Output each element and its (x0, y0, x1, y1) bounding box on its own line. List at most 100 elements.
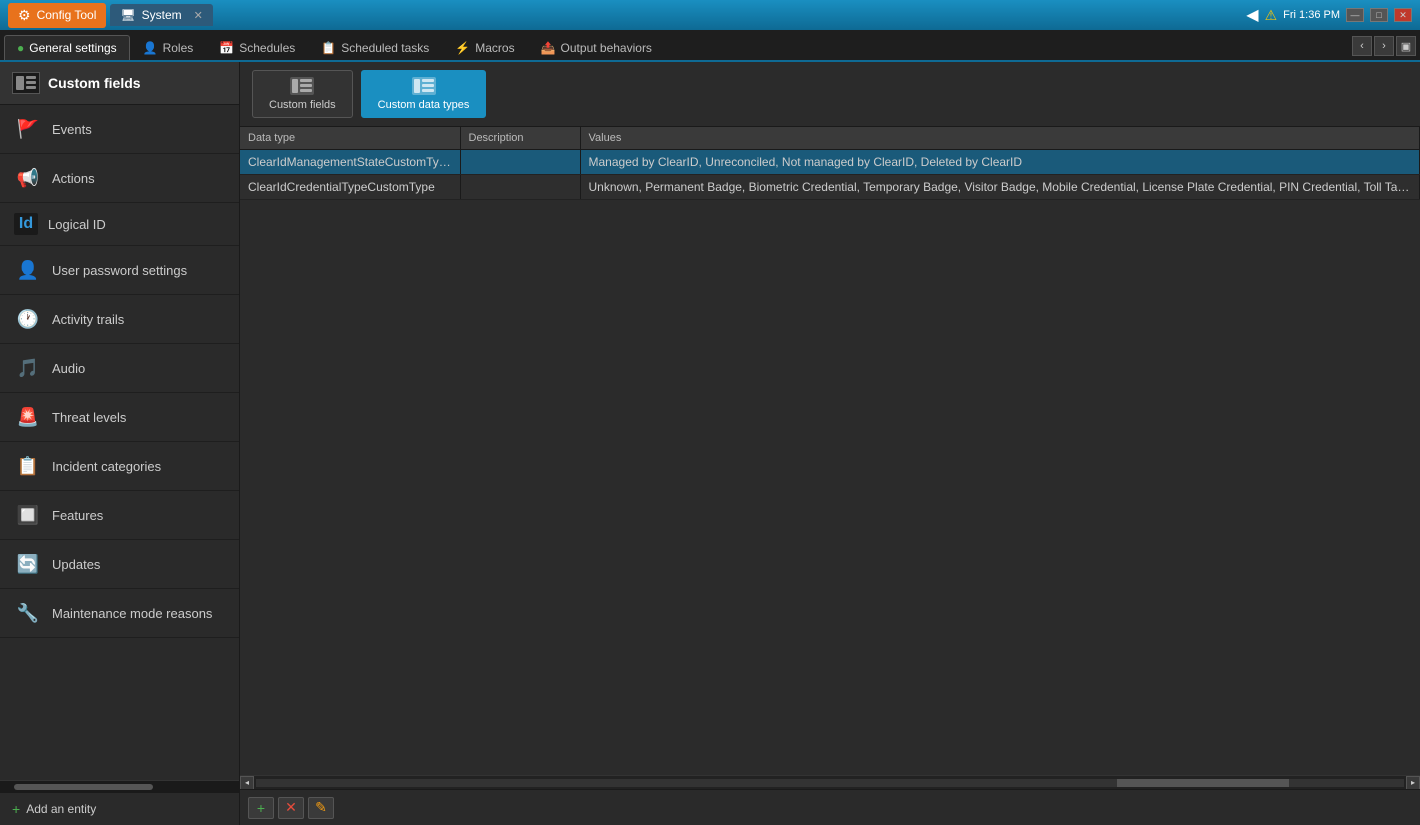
sidebar-scroll-area[interactable]: 🚩 Events 📢 Actions Id Logical ID 👤 User … (0, 105, 239, 780)
updates-icon: 🔄 (14, 550, 42, 578)
close-button[interactable]: ✕ (1394, 8, 1412, 22)
scroll-right-button[interactable]: ▸ (1406, 776, 1420, 790)
table-row[interactable]: ClearIdCredentialTypeCustomType Unknown,… (240, 175, 1420, 200)
main-layout: Custom fields 🚩 Events 📢 Actions Id Logi… (0, 62, 1420, 825)
output-behaviors-icon: 📤 (541, 41, 556, 55)
sidebar-item-user-password[interactable]: 👤 User password settings (0, 246, 239, 295)
sidebar-item-actions[interactable]: 📢 Actions (0, 154, 239, 203)
cell-data-type: ClearIdCredentialTypeCustomType (240, 175, 460, 200)
sidebar-item-features[interactable]: 🔲 Features (0, 491, 239, 540)
events-label: Events (52, 122, 92, 137)
tab-arrows: ‹ › ▣ (1352, 36, 1416, 60)
sidebar-header: Custom fields (0, 62, 239, 105)
horizontal-scrollbar[interactable]: ◂ ▸ (240, 775, 1420, 789)
tab-prev-button[interactable]: ‹ (1352, 36, 1372, 56)
edit-icon: ✎ (315, 799, 327, 816)
minimize-button[interactable]: — (1346, 8, 1364, 22)
sidebar-item-maintenance-mode[interactable]: 🔧 Maintenance mode reasons (0, 589, 239, 638)
custom-fields-tab[interactable]: Custom fields (252, 70, 353, 118)
tab-scheduled-tasks[interactable]: 📋 Scheduled tasks (308, 35, 442, 60)
updates-label: Updates (52, 557, 100, 572)
custom-data-types-tab-icon (412, 77, 436, 95)
warning-icon: ⚠ (1265, 7, 1278, 24)
add-button[interactable]: + (248, 797, 274, 819)
col-header-values: Values (580, 127, 1420, 150)
sidebar-item-audio[interactable]: 🎵 Audio (0, 344, 239, 393)
cell-description (460, 175, 580, 200)
config-tool-label: Config Tool (37, 8, 97, 22)
sidebar-item-updates[interactable]: 🔄 Updates (0, 540, 239, 589)
sidebar-item-incident-categories[interactable]: 📋 Incident categories (0, 442, 239, 491)
add-entity-button[interactable]: + Add an entity (0, 792, 239, 825)
sidebar-item-events[interactable]: 🚩 Events (0, 105, 239, 154)
title-bar: ⚙ Config Tool 🖥 System ✕ ◀ ⚠ Fri 1:36 PM… (0, 0, 1420, 30)
scroll-left-button[interactable]: ◂ (240, 776, 254, 790)
actions-label: Actions (52, 171, 95, 186)
tab-schedules[interactable]: 📅 Schedules (206, 35, 308, 60)
sidebar-horizontal-scrollbar[interactable] (0, 780, 239, 792)
content-area: Custom fields Custom data types (240, 62, 1420, 825)
threat-levels-label: Threat levels (52, 410, 126, 425)
scroll-track[interactable] (256, 779, 1404, 787)
tab-menu-button[interactable]: ▣ (1396, 36, 1416, 56)
custom-data-types-tab[interactable]: Custom data types (361, 70, 487, 118)
data-table: Data type Description Values ClearIdMana… (240, 127, 1420, 200)
sidebar-item-logical-id[interactable]: Id Logical ID (0, 203, 239, 246)
scheduled-tasks-icon: 📋 (321, 41, 336, 55)
scroll-thumb (1117, 779, 1289, 787)
remove-button[interactable]: ✕ (278, 797, 304, 819)
threat-levels-icon: 🚨 (14, 403, 42, 431)
tab-schedules-label: Schedules (239, 41, 295, 55)
activity-trails-icon: 🕐 (14, 305, 42, 333)
maintenance-label: Maintenance mode reasons (52, 606, 212, 621)
config-icon: ⚙ (18, 7, 31, 24)
audio-label: Audio (52, 361, 85, 376)
tab-output-behaviors-label: Output behaviors (561, 41, 652, 55)
events-icon: 🚩 (14, 115, 42, 143)
title-bar-right: ◀ ⚠ Fri 1:36 PM — □ ✕ (1246, 5, 1412, 25)
macros-icon: ⚡ (455, 41, 470, 55)
incident-categories-label: Incident categories (52, 459, 161, 474)
col-header-data-type: Data type (240, 127, 460, 150)
sidebar-item-activity-trails[interactable]: 🕐 Activity trails (0, 295, 239, 344)
system-tab[interactable]: 🖥 System ✕ (110, 4, 212, 26)
tab-macros[interactable]: ⚡ Macros (442, 35, 527, 60)
edit-button[interactable]: ✎ (308, 797, 334, 819)
features-label: Features (52, 508, 103, 523)
features-icon: 🔲 (14, 501, 42, 529)
content-toolbar: Custom fields Custom data types (240, 62, 1420, 126)
tab-scheduled-tasks-label: Scheduled tasks (341, 41, 429, 55)
maintenance-icon: 🔧 (14, 599, 42, 627)
tab-next-button[interactable]: › (1374, 36, 1394, 56)
actions-icon: 📢 (14, 164, 42, 192)
bottom-toolbar: + ✕ ✎ (240, 789, 1420, 825)
tab-roles-label: Roles (163, 41, 194, 55)
maximize-button[interactable]: □ (1370, 8, 1388, 22)
tab-general-settings[interactable]: ● General settings (4, 35, 130, 60)
cell-data-type: ClearIdManagementStateCustomType (240, 150, 460, 175)
sidebar-item-threat-levels[interactable]: 🚨 Threat levels (0, 393, 239, 442)
config-tool-tab[interactable]: ⚙ Config Tool (8, 3, 106, 28)
data-table-container[interactable]: Data type Description Values ClearIdMana… (240, 126, 1420, 775)
table-row[interactable]: ClearIdManagementStateCustomType Managed… (240, 150, 1420, 175)
tab-roles[interactable]: 👤 Roles (130, 35, 207, 60)
general-settings-icon: ● (17, 41, 24, 55)
tab-output-behaviors[interactable]: 📤 Output behaviors (528, 35, 665, 60)
custom-fields-tab-label: Custom fields (269, 99, 336, 111)
logical-id-icon: Id (14, 213, 38, 235)
add-entity-label: Add an entity (26, 802, 96, 816)
cell-values: Unknown, Permanent Badge, Biometric Cred… (580, 175, 1420, 200)
close-icon[interactable]: ✕ (194, 9, 203, 22)
remove-icon: ✕ (285, 799, 297, 816)
cell-description (460, 150, 580, 175)
tab-macros-label: Macros (475, 41, 514, 55)
sidebar-header-label: Custom fields (48, 75, 141, 91)
time-display: Fri 1:36 PM (1283, 9, 1340, 21)
activity-trails-label: Activity trails (52, 312, 124, 327)
add-icon: + (257, 800, 265, 816)
custom-data-types-tab-label: Custom data types (378, 99, 470, 111)
schedules-icon: 📅 (219, 41, 234, 55)
user-password-icon: 👤 (14, 256, 42, 284)
title-bar-left: ⚙ Config Tool 🖥 System ✕ (8, 3, 213, 28)
col-header-description: Description (460, 127, 580, 150)
